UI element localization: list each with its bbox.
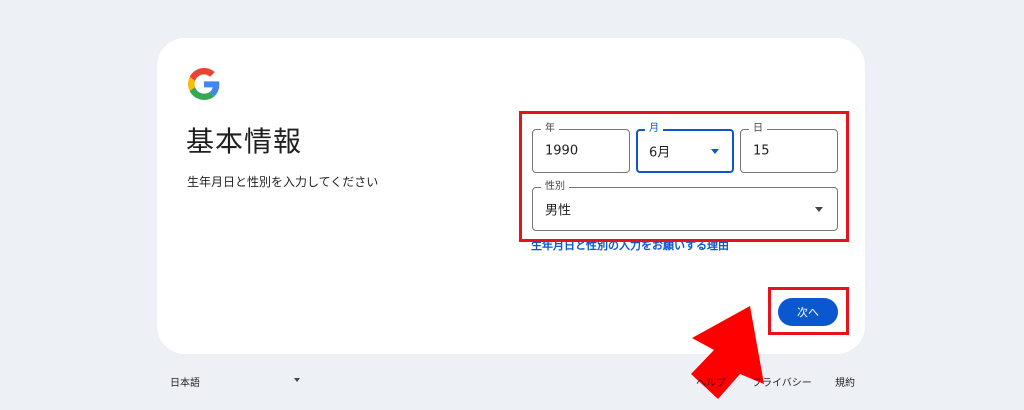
language-selector[interactable]: 日本語 [170,374,200,389]
next-button-highlight-box [768,287,849,335]
language-dropdown-arrow-icon [294,378,300,382]
page-title: 基本情報 [186,125,303,158]
help-link[interactable]: ヘルプ [696,374,726,389]
form-highlight-box [519,111,849,242]
page-subtitle: 生年月日と性別を入力してください [187,175,379,189]
privacy-link[interactable]: プライバシー [752,374,812,389]
google-logo-icon [188,68,220,100]
terms-link[interactable]: 規約 [835,374,855,389]
